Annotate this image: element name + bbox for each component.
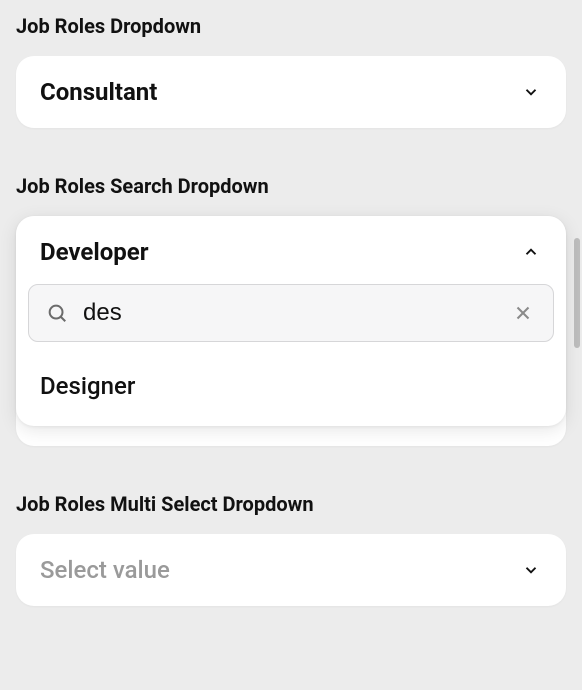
section-label-search: Job Roles Search Dropdown [16,174,566,198]
clear-search-button[interactable] [509,299,537,327]
chevron-down-icon [520,81,542,103]
search-option-designer[interactable]: Designer [16,360,566,412]
chevron-down-icon [520,559,542,581]
dropdown-search-panel: Developer [16,216,566,426]
search-option-list: Designer [16,342,566,422]
section-job-roles-dropdown: Job Roles Dropdown Consultant [16,14,566,128]
scrollbar[interactable] [574,238,580,448]
search-icon [45,301,69,325]
dropdown-simple-card: Consultant [16,56,566,128]
dropdown-simple-value: Consultant [40,78,157,106]
dropdown-search-header[interactable]: Developer [16,216,566,284]
search-input[interactable] [83,299,495,327]
section-job-roles-multi-select-dropdown: Job Roles Multi Select Dropdown Select v… [16,492,566,606]
search-box [28,284,554,342]
dropdown-search-value: Developer [40,238,149,266]
section-label-simple: Job Roles Dropdown [16,14,566,38]
chevron-up-icon [520,241,542,263]
dropdown-simple[interactable]: Consultant [16,56,566,128]
section-job-roles-search-dropdown: Job Roles Search Dropdown Search job rol… [16,174,566,446]
dropdown-multi-placeholder: Select value [40,556,170,584]
section-label-multi: Job Roles Multi Select Dropdown [16,492,566,516]
scrollbar-thumb[interactable] [574,238,580,348]
dropdown-multi-card: Select value [16,534,566,606]
dropdown-multi[interactable]: Select value [16,534,566,606]
